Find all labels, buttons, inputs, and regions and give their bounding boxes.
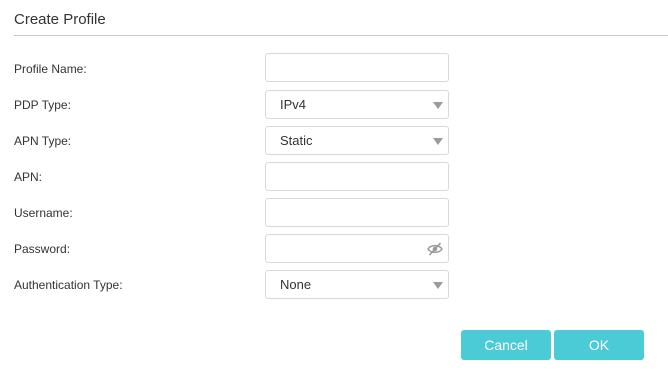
auth-type-select[interactable]: None	[265, 270, 449, 299]
dialog-title: Create Profile	[14, 11, 106, 28]
apn-input[interactable]	[265, 162, 449, 191]
chevron-down-icon	[433, 102, 443, 109]
pdp-type-select[interactable]: IPv4	[265, 90, 449, 119]
chevron-down-icon	[433, 282, 443, 289]
eye-off-icon[interactable]	[427, 242, 443, 256]
apn-type-value: Static	[280, 133, 313, 148]
username-label: Username:	[14, 206, 73, 220]
ok-button[interactable]: OK	[554, 330, 644, 360]
pdp-type-value: IPv4	[280, 97, 307, 112]
apn-type-select[interactable]: Static	[265, 126, 449, 155]
password-label: Password:	[14, 242, 71, 256]
title-divider	[14, 35, 668, 36]
username-input[interactable]	[265, 198, 449, 227]
auth-type-value: None	[280, 277, 312, 292]
pdp-type-label: PDP Type:	[14, 98, 71, 112]
profile-name-label: Profile Name:	[14, 62, 87, 76]
password-input[interactable]	[265, 234, 449, 263]
auth-type-label: Authentication Type:	[14, 278, 123, 292]
apn-label: APN:	[14, 170, 43, 184]
cancel-button[interactable]: Cancel	[461, 330, 551, 360]
apn-type-label: APN Type:	[14, 134, 72, 148]
create-profile-dialog: Create Profile Profile Name: PDP Type: I…	[0, 0, 668, 389]
chevron-down-icon	[433, 138, 443, 145]
profile-name-input[interactable]	[265, 53, 449, 82]
